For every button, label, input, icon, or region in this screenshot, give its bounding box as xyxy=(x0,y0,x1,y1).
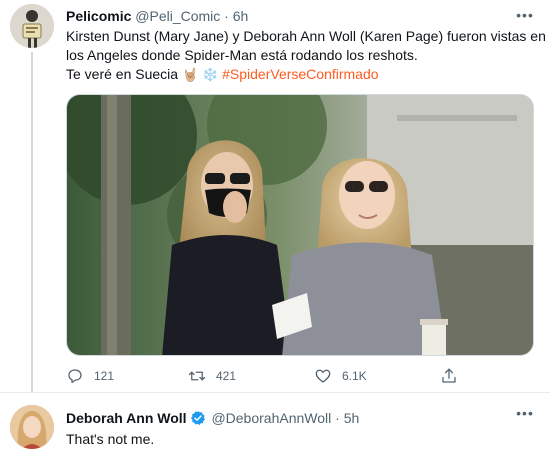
separator-dot: · xyxy=(335,410,340,426)
author-name[interactable]: Deborah Ann Woll xyxy=(66,410,187,426)
snowflake-emoji: ❄️ xyxy=(202,67,219,82)
tweet-photo[interactable] xyxy=(66,94,534,356)
tweet-text: That's not me. xyxy=(66,431,155,447)
tweet-header: Deborah Ann Woll @DeborahAnnWoll · 5h xyxy=(66,409,359,427)
tweet-time[interactable]: 6h xyxy=(233,8,249,24)
hashtag-link[interactable]: #SpiderVerseConfirmado xyxy=(222,66,378,82)
reply-count: 121 xyxy=(94,369,115,383)
retweet-count: 421 xyxy=(216,369,237,383)
tweet-text-fragment: Te veré en Suecia xyxy=(66,66,179,82)
author-name[interactable]: Pelicomic xyxy=(66,8,131,24)
avatar-illustration xyxy=(10,405,54,449)
avatar[interactable] xyxy=(10,405,54,449)
share-icon xyxy=(442,368,456,383)
like-count: 6.1K xyxy=(342,369,367,383)
reply-tweet[interactable]: Deborah Ann Woll @DeborahAnnWoll · 5h ••… xyxy=(0,392,550,458)
retweet-icon xyxy=(188,371,206,381)
tweet-text: Kirsten Dunst (Mary Jane) y Deborah Ann … xyxy=(66,27,546,84)
like-button[interactable]: 6.1K xyxy=(314,364,367,388)
more-options-icon[interactable]: ••• xyxy=(516,8,534,27)
tweet-header: Pelicomic @Peli_Comic · 6h xyxy=(66,7,248,25)
separator-dot: · xyxy=(224,8,229,24)
more-options-icon[interactable]: ••• xyxy=(516,406,534,425)
tweet-time[interactable]: 5h xyxy=(344,410,360,426)
avatar-illustration xyxy=(10,4,54,48)
tweet-text-line: los Angeles donde Spider-Man está rodand… xyxy=(66,47,418,63)
photo-illustration xyxy=(67,95,533,355)
author-handle[interactable]: @Peli_Comic xyxy=(135,8,220,24)
retweet-button[interactable]: 421 xyxy=(188,364,236,388)
verified-badge-icon xyxy=(190,411,205,425)
thread-line xyxy=(31,52,33,392)
tweet-actions: 121 421 6.1K xyxy=(66,364,486,388)
tweet[interactable]: Pelicomic @Peli_Comic · 6h ••• Kirsten D… xyxy=(0,0,550,392)
share-button[interactable] xyxy=(440,364,468,388)
tweet-text-line: Kirsten Dunst (Mary Jane) y Deborah Ann … xyxy=(66,28,546,44)
heart-icon xyxy=(315,369,331,383)
author-handle[interactable]: @DeborahAnnWoll xyxy=(211,410,331,426)
tweet-text-line-3: Te veré en Suecia 🤘🏼 ❄️ #SpiderVerseConf… xyxy=(66,65,536,84)
avatar[interactable] xyxy=(10,4,54,48)
reply-button[interactable]: 121 xyxy=(66,364,114,388)
reply-icon xyxy=(68,369,82,384)
rock-hand-emoji: 🤘🏼 xyxy=(181,67,199,82)
